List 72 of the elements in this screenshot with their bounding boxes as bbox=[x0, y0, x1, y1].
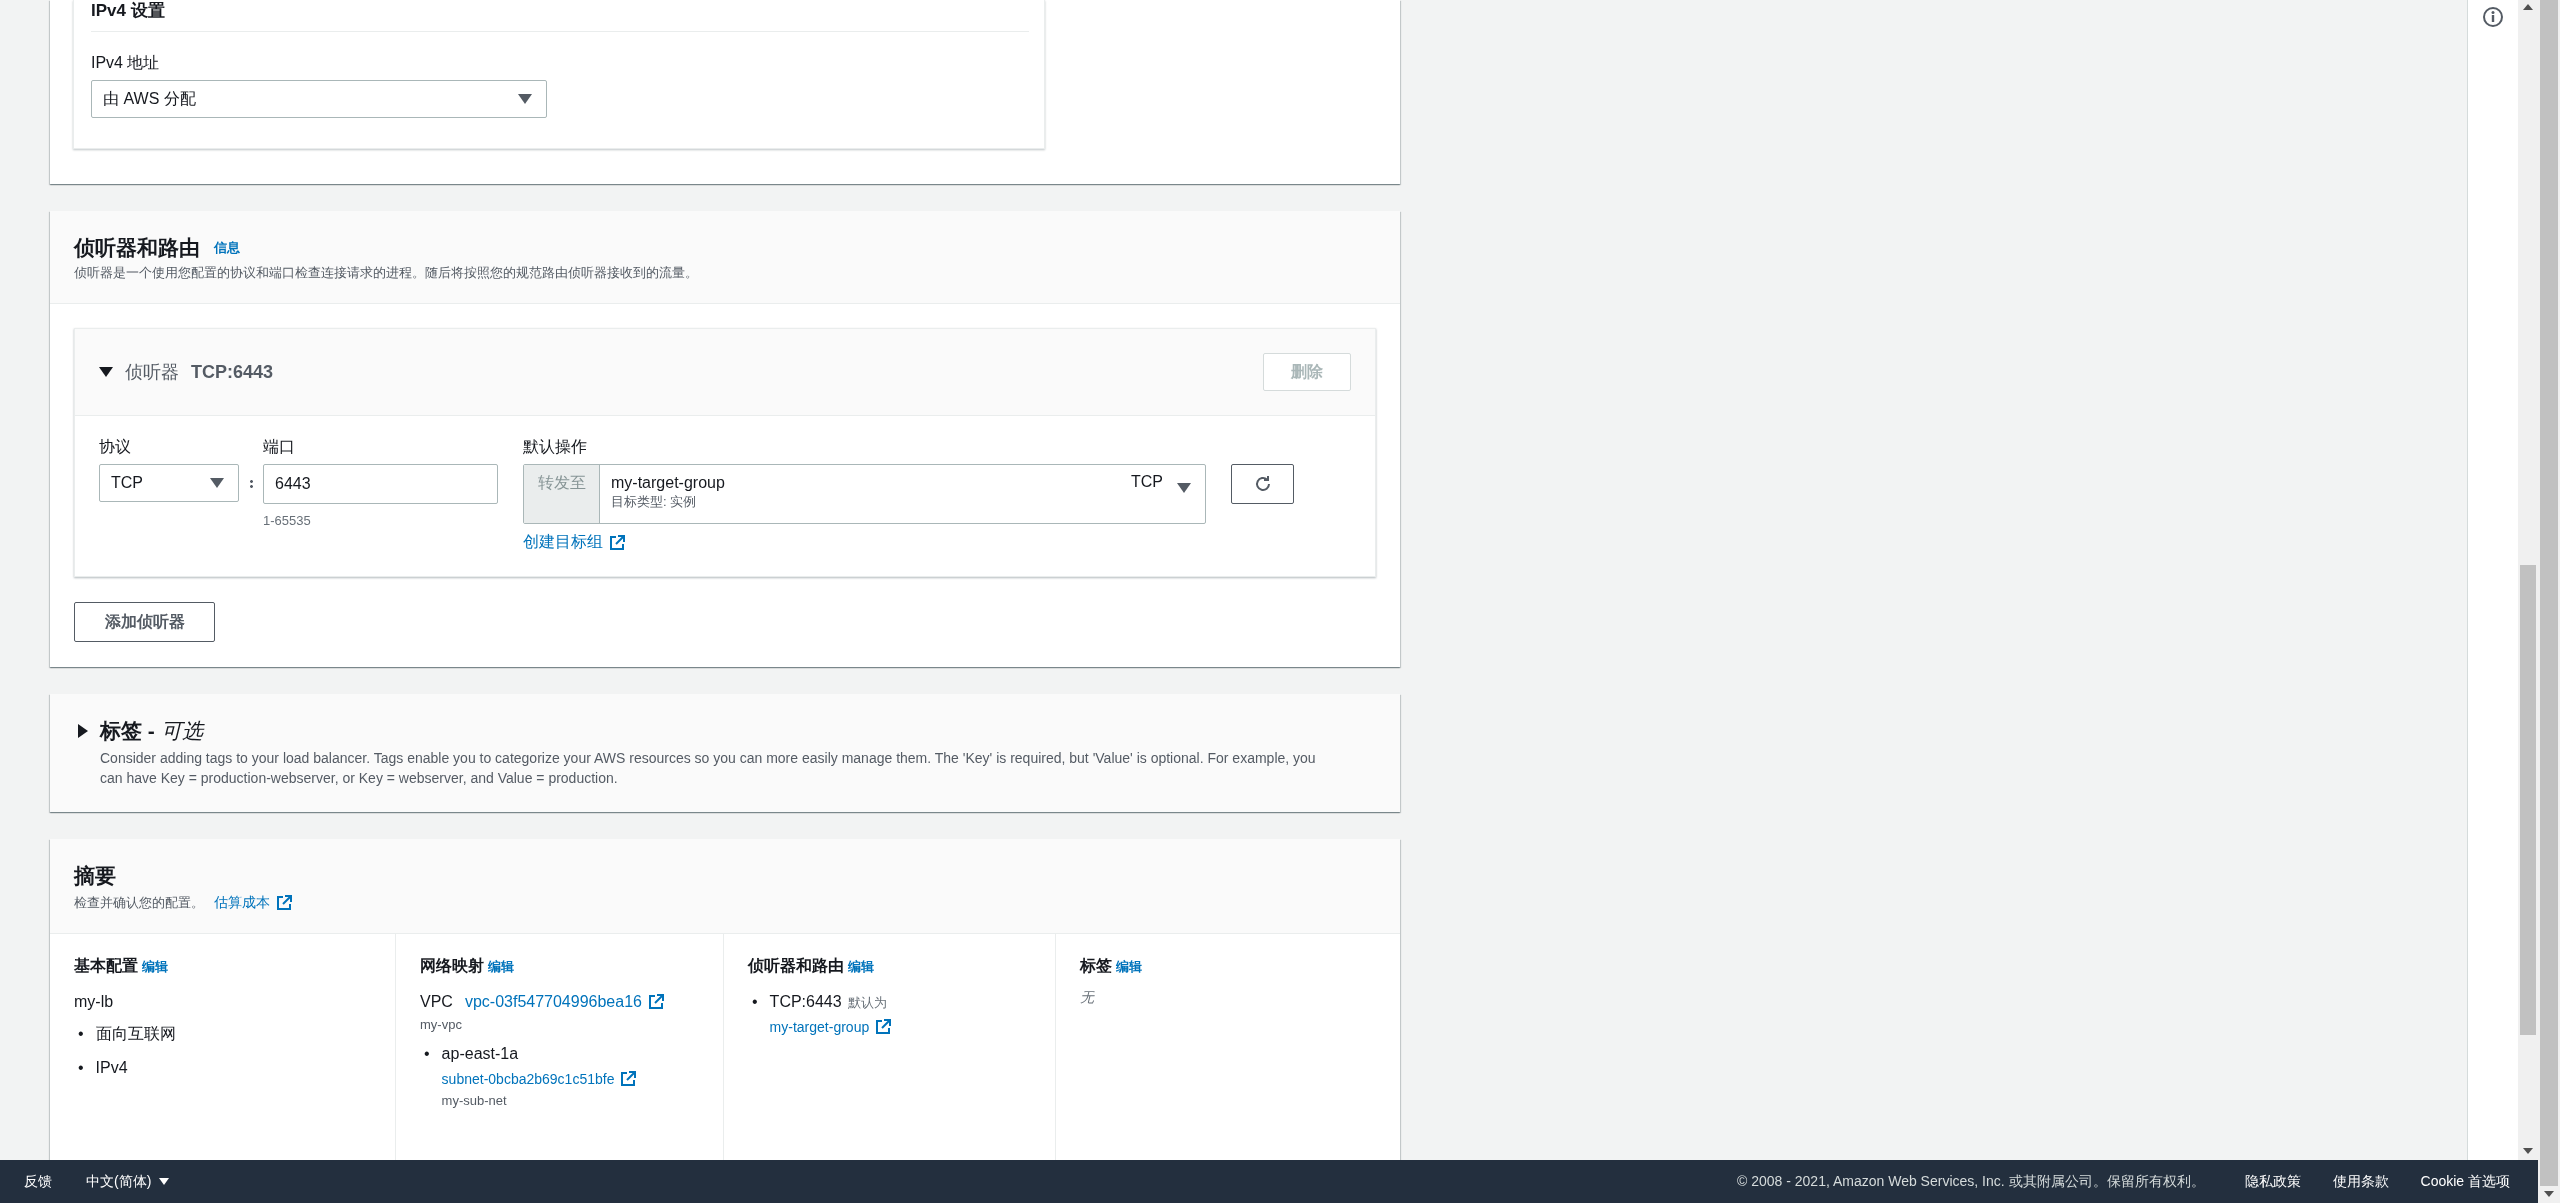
column-title: 侦听器和路由 bbox=[748, 956, 844, 976]
feedback-link[interactable]: 反馈 bbox=[24, 1172, 52, 1191]
section-title: 标签 - 可选 bbox=[100, 718, 203, 744]
list-item: ap-east-1a bbox=[441, 1044, 519, 1064]
section-description: Consider adding tags to your load balancer. Tags enable you to categorize your AWS resources so you can more easily manage them. The 'Key' is required, but 'Value' is optional. For example, you can have Key = production-webserver, or Key = webserver, and Value = production. bbox=[99, 749, 1317, 788]
action-prefix: 转发至 bbox=[524, 465, 600, 523]
external-link-icon bbox=[875, 1019, 892, 1035]
resource-link[interactable]: subnet-0bcba2b69c1c51bfe bbox=[441, 1067, 637, 1091]
listener-label: 侦听器 bbox=[125, 361, 179, 384]
copyright-text: © 2008 - 2021, Amazon Web Services, Inc. 或其附属公司。保留所有权利。 bbox=[1737, 1172, 2205, 1191]
list-item: IPv4 bbox=[95, 1058, 128, 1078]
resource-link[interactable]: my-target-group bbox=[769, 1015, 892, 1039]
list-item: 面向互联网 bbox=[95, 1024, 176, 1044]
footer-link[interactable]: 使用条款 bbox=[2332, 1172, 2389, 1191]
footer-link[interactable]: Cookie 首选项 bbox=[2420, 1172, 2510, 1191]
field-label: 协议 bbox=[99, 437, 132, 457]
scrollbar-thumb[interactable] bbox=[2540, 0, 2558, 1186]
section-title: 摘要 bbox=[74, 863, 117, 889]
bullet-mark: • bbox=[424, 1044, 430, 1064]
list-item: TCP:6443 bbox=[769, 992, 842, 1012]
info-icon[interactable] bbox=[2482, 6, 2504, 28]
field-hint: 1-65535 bbox=[263, 513, 312, 528]
external-link-icon bbox=[609, 534, 625, 551]
column-title: 标签 bbox=[1080, 956, 1112, 976]
section-title: 侦听器和路由 bbox=[74, 235, 200, 261]
footer-link[interactable]: 隐私政策 bbox=[2244, 1172, 2301, 1191]
target-group-dropdown[interactable]: my-target-group 目标类型: 实例 TCP bbox=[600, 465, 1205, 523]
scroll-down-button[interactable] bbox=[2544, 1191, 2554, 1197]
target-protocol: TCP bbox=[1131, 473, 1163, 491]
edit-link[interactable]: 编辑 bbox=[142, 957, 168, 976]
item-note: 默认为 bbox=[847, 994, 887, 1012]
ipv4-address-dropdown[interactable]: 由 AWS 分配 bbox=[91, 80, 547, 118]
target-type: 目标类型: 实例 bbox=[611, 493, 698, 511]
edit-link[interactable]: 编辑 bbox=[1116, 957, 1142, 976]
field-label: 端口 bbox=[263, 437, 296, 457]
summary-value: my-lb bbox=[74, 992, 115, 1012]
refresh-button[interactable] bbox=[1231, 464, 1294, 504]
bullet-mark: • bbox=[78, 1024, 84, 1044]
estimate-cost-link[interactable]: 估算成本 bbox=[214, 894, 292, 912]
caret-down-icon bbox=[1177, 483, 1191, 493]
summary-label: VPC bbox=[420, 992, 453, 1012]
port-field[interactable]: 6443 bbox=[263, 464, 498, 504]
external-link-icon bbox=[647, 994, 664, 1010]
external-link-icon bbox=[620, 1071, 637, 1087]
section-description: 检查并确认您的配置。 bbox=[74, 894, 204, 912]
create-target-group-link[interactable]: 创建目标组 bbox=[523, 532, 625, 553]
add-listener-button[interactable]: 添加侦听器 bbox=[74, 602, 215, 642]
summary-subtext: my-sub-net bbox=[441, 1092, 508, 1110]
caret-down-icon bbox=[518, 94, 532, 104]
column-title: 基本配置 bbox=[74, 956, 138, 976]
refresh-icon bbox=[1253, 475, 1272, 493]
caret-down-icon bbox=[210, 478, 224, 488]
scrollbar-thumb[interactable] bbox=[2520, 565, 2536, 1035]
vpc-link[interactable]: vpc-03f547704996bea16 bbox=[464, 993, 664, 1011]
section-description: 侦听器是一个使用您配置的协议和端口检查连接请求的进程。随后将按照您的规范路由侦听器接收到的流量。 bbox=[74, 264, 699, 282]
info-link[interactable]: 信息 bbox=[214, 239, 240, 257]
language-selector[interactable]: 中文(简体) bbox=[86, 1172, 170, 1191]
column-title: 网络映射 bbox=[420, 956, 484, 976]
edit-link[interactable]: 编辑 bbox=[848, 957, 874, 976]
summary-subtext: my-vpc bbox=[420, 1016, 463, 1034]
bullet-mark: • bbox=[752, 992, 758, 1012]
field-label: 默认操作 bbox=[523, 437, 588, 457]
caret-down-icon bbox=[159, 1178, 170, 1185]
field-label: IPv4 地址 bbox=[91, 53, 161, 73]
edit-link[interactable]: 编辑 bbox=[488, 957, 514, 976]
protocol-dropdown[interactable]: TCP bbox=[99, 464, 239, 502]
bullet-mark: • bbox=[78, 1058, 84, 1078]
section-title: IPv4 设置 bbox=[91, 0, 166, 22]
listener-name: TCP:6443 bbox=[191, 361, 274, 383]
external-link-icon bbox=[276, 895, 292, 911]
summary-value: 无 bbox=[1080, 989, 1096, 1007]
target-group-name: my-target-group bbox=[611, 473, 726, 493]
